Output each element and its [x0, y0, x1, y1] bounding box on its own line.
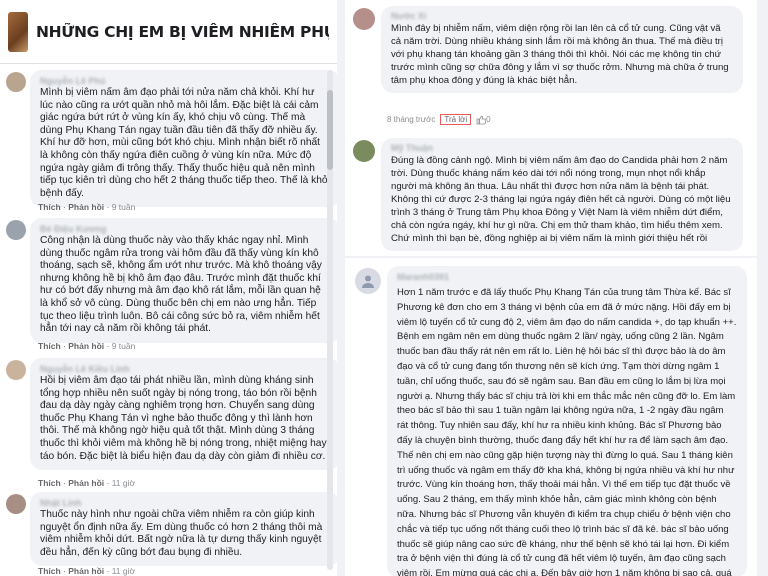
like-link[interactable]: Thích: [38, 202, 61, 212]
reply-link[interactable]: Phản hồi: [68, 341, 104, 351]
left-comments-panel: NHỮNG CHỊ EM BỊ VIÊM NHIỄM PHỤ KHOA MUỐN…: [0, 0, 340, 576]
avatar[interactable]: [355, 268, 381, 294]
right-bottom-comment-panel: Maranh0391 Hơn 1 năm trước e đã lấy thuố…: [345, 258, 757, 576]
like-count-value: 0: [486, 115, 491, 124]
comment-author[interactable]: Nhật Linh: [40, 498, 330, 509]
reply-link[interactable]: Trả lời: [440, 114, 472, 125]
comment-item: Nguyễn Lê Kiều Linh Hồi bị viêm âm đạo t…: [6, 358, 340, 471]
group-thumbnail[interactable]: [8, 11, 28, 52]
group-title[interactable]: NHỮNG CHỊ EM BỊ VIÊM NHIỄM PHỤ KHOA MUỐN…: [36, 23, 329, 41]
comment-author[interactable]: Mỹ Thuận: [391, 143, 733, 154]
comment-author[interactable]: Nguyễn Lê Phú: [40, 76, 330, 87]
comment-text: Hơn 1 năm trước e đã lấy thuốc Phụ Khang…: [397, 287, 737, 576]
comment-item: Bé Điệu Kương Công nhận là dùng thuốc nà…: [6, 218, 340, 343]
comment-bubble: Bé Điệu Kương Công nhận là dùng thuốc nà…: [30, 218, 340, 343]
comment-time[interactable]: 11 giờ: [112, 478, 135, 488]
avatar[interactable]: [6, 220, 26, 240]
comment-author[interactable]: Nguyễn Lê Kiều Linh: [40, 364, 330, 375]
comment-item: Mỹ Thuận Đúng là đồng cảnh ngộ. Mình bị …: [353, 138, 743, 251]
comment-bubble: Nguyễn Lê Kiều Linh Hồi bị viêm âm đạo t…: [30, 358, 340, 471]
comment-text: Mình đây bị nhiễm nấm, viêm diện rộng rồ…: [391, 23, 729, 86]
avatar[interactable]: [353, 8, 375, 30]
like-link[interactable]: Thích: [38, 478, 61, 488]
comment-item: Nhật Linh Thuốc này hình như ngoài chữa …: [6, 492, 340, 567]
avatar[interactable]: [6, 494, 26, 514]
comment-bubble: Maranh0391 Hơn 1 năm trước e đã lấy thuố…: [387, 266, 747, 576]
comment-time[interactable]: 11 giờ: [112, 566, 135, 576]
avatar[interactable]: [353, 140, 375, 162]
comment-bubble: Nước Xi Mình đây bị nhiễm nấm, viêm diện…: [381, 6, 743, 93]
avatar[interactable]: [6, 72, 26, 92]
like-link[interactable]: Thích: [38, 566, 61, 576]
comment-actions: 8 tháng trước Trả lời 0: [387, 114, 491, 125]
comment-bubble: Mỹ Thuận Đúng là đồng cảnh ngộ. Mình bị …: [381, 138, 743, 251]
screenshot-collage: NHỮNG CHỊ EM BỊ VIÊM NHIỄM PHỤ KHOA MUỐN…: [0, 0, 768, 576]
comment-text: Công nhận là dùng thuốc này vào thấy khá…: [40, 235, 322, 335]
comment-item: Nguyễn Lê Phú Mình bị viêm nấm âm đạo ph…: [6, 70, 340, 208]
comment-text: Hồi bị viêm âm đạo tái phát nhiều lần, m…: [40, 375, 327, 462]
comment-text: Mình bị viêm nấm âm đạo phải tới nửa năm…: [40, 87, 330, 199]
reply-link[interactable]: Phản hồi: [68, 566, 104, 576]
reply-link[interactable]: Phản hồi: [68, 202, 104, 212]
thumbs-up-icon: [476, 115, 487, 124]
comment-item: Nước Xi Mình đây bị nhiễm nấm, viêm diện…: [353, 6, 743, 93]
like-count[interactable]: 0: [476, 115, 491, 125]
comment-bubble: Nguyễn Lê Phú Mình bị viêm nấm âm đạo ph…: [30, 70, 340, 208]
comment-time[interactable]: 9 tuần: [112, 341, 136, 351]
comment-actions: Thích · Phản hồi · 9 tuần: [38, 341, 136, 351]
right-top-comments-panel: Nước Xi Mình đây bị nhiễm nấm, viêm diện…: [345, 0, 757, 256]
comment-time[interactable]: 8 tháng trước: [387, 115, 435, 124]
comment-text: Đúng là đồng cảnh ngộ. Mình bị viêm nấm …: [391, 155, 731, 244]
comment-actions: Thích · Phản hồi · 11 giờ: [38, 478, 136, 488]
comment-time[interactable]: 9 tuần: [112, 202, 136, 212]
group-header[interactable]: NHỮNG CHỊ EM BỊ VIÊM NHIỄM PHỤ KHOA MUỐN…: [0, 0, 337, 64]
comment-bubble: Nhật Linh Thuốc này hình như ngoài chữa …: [30, 492, 340, 567]
comment-text: Thuốc này hình như ngoài chữa viêm nhiễm…: [40, 509, 323, 558]
comment-actions: Thích · Phản hồi · 11 giờ: [38, 566, 136, 576]
like-link[interactable]: Thích: [38, 341, 61, 351]
reply-link[interactable]: Phản hồi: [68, 478, 104, 488]
avatar[interactable]: [6, 360, 26, 380]
default-user-icon: [362, 275, 374, 288]
comment-actions: Thích · Phản hồi · 9 tuần: [38, 202, 136, 212]
comment-author[interactable]: Nước Xi: [391, 11, 733, 22]
comment-author[interactable]: Maranh0391: [397, 272, 737, 286]
scrollbar-thumb[interactable]: [327, 90, 333, 170]
comment-author[interactable]: Bé Điệu Kương: [40, 224, 330, 235]
